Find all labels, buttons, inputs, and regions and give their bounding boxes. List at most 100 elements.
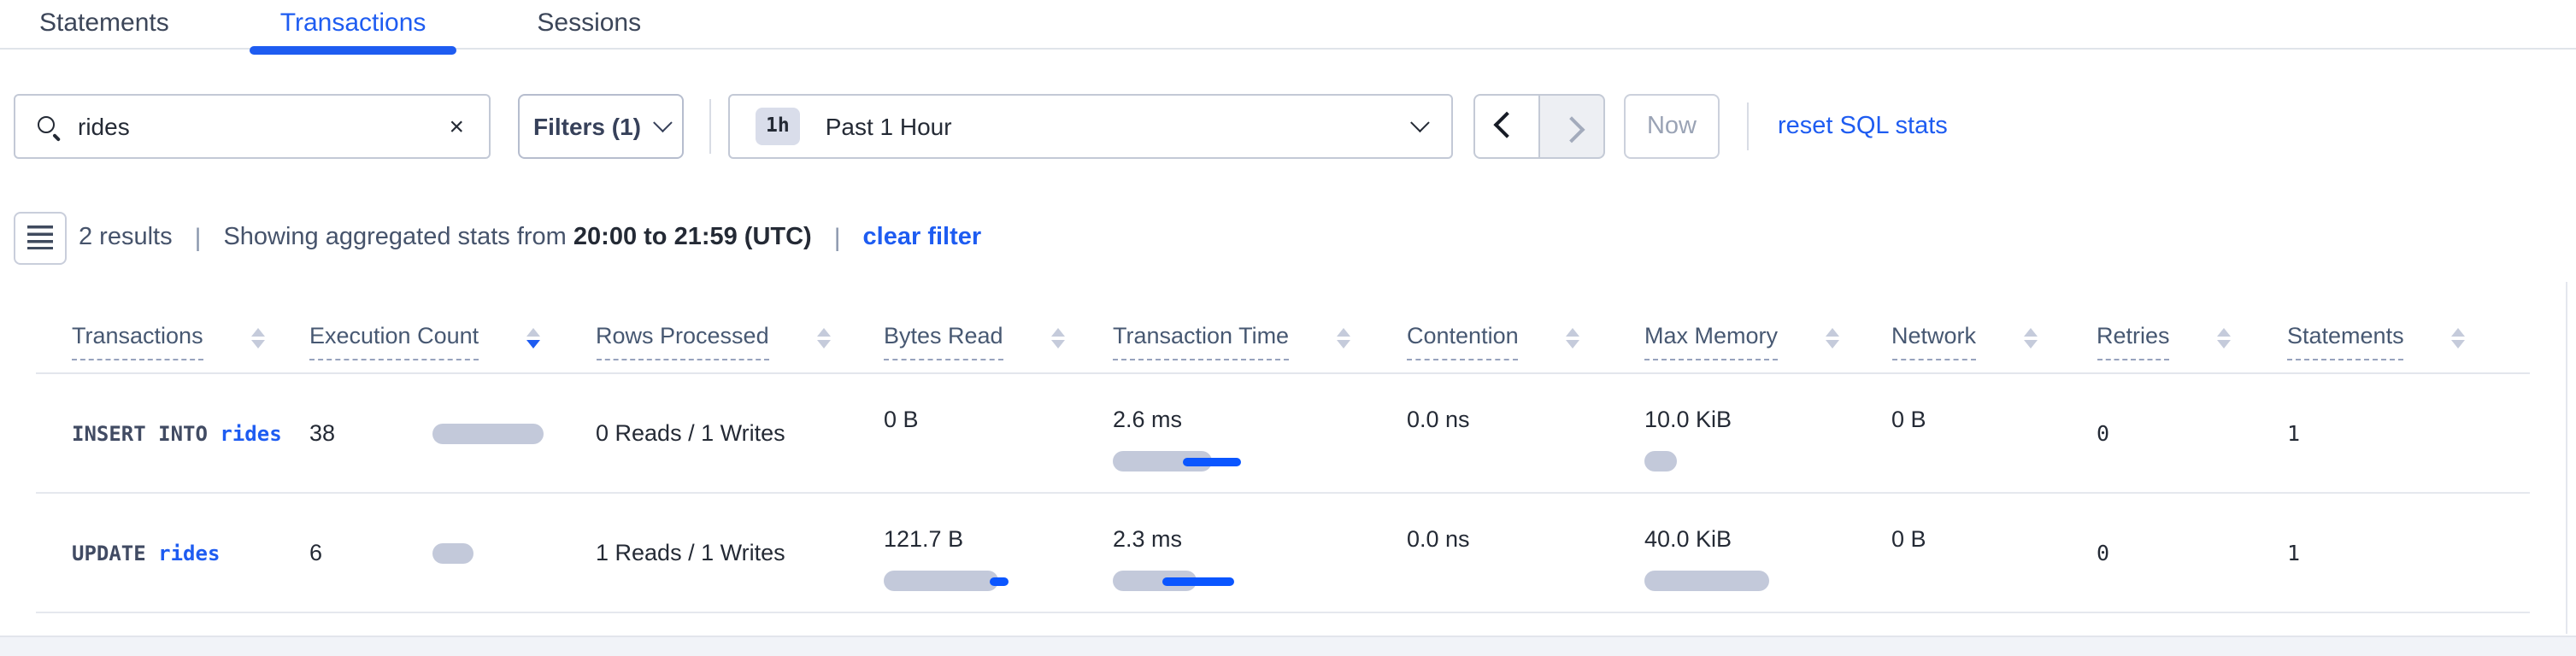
sort-arrows-icon — [1567, 328, 1580, 349]
tab-bar: Statements Transactions Sessions — [0, 0, 2576, 50]
column-header-transactions[interactable]: Transactions — [36, 311, 309, 372]
chevron-right-icon — [1558, 115, 1585, 142]
column-header-execution-count[interactable]: Execution Count — [309, 311, 596, 372]
tab-transactions[interactable]: Transactions — [250, 0, 457, 50]
time-range-picker[interactable]: 1h Past 1 Hour — [728, 94, 1453, 159]
column-label: Transaction Time — [1113, 323, 1289, 360]
sort-arrows-icon — [1337, 328, 1350, 349]
stats-range: 20:00 to 21:59 (UTC) — [573, 224, 812, 251]
network-value: 0 B — [1891, 526, 2097, 552]
time-pager — [1473, 94, 1605, 159]
results-summary: 2 results | Showing aggregated stats fro… — [79, 223, 981, 252]
sort-arrows-icon — [526, 328, 540, 349]
max-memory-cell: 10.0 KiB — [1644, 374, 1891, 492]
execution-count-cell: 6 — [309, 494, 596, 612]
results-count: 2 results — [79, 224, 173, 251]
clear-filter-link[interactable]: clear filter — [863, 224, 982, 251]
chevron-down-icon — [653, 113, 673, 132]
column-label: Rows Processed — [596, 323, 769, 360]
column-header-bytes-read[interactable]: Bytes Read — [884, 311, 1113, 372]
execution-count-value: 6 — [309, 540, 432, 565]
table-header-row: Transactions Execution Count Rows Proces… — [36, 294, 2530, 374]
network-value: 0 B — [1891, 407, 2097, 432]
transaction-time-bar — [1113, 571, 1407, 591]
next-interval-button[interactable] — [1539, 94, 1605, 159]
transaction-link[interactable]: rides — [220, 421, 281, 445]
transaction-link[interactable]: rides — [158, 541, 220, 565]
filters-button[interactable]: Filters (1) — [518, 94, 684, 159]
content-right-border — [2566, 282, 2567, 634]
previous-interval-button[interactable] — [1473, 94, 1539, 159]
execution-count-bar — [432, 542, 473, 563]
network-cell: 0 B — [1891, 494, 2097, 612]
statements-cell: 1 — [2287, 494, 2494, 612]
sort-arrows-icon — [2218, 328, 2232, 349]
retries-cell: 0 — [2097, 374, 2287, 492]
column-header-transaction-time[interactable]: Transaction Time — [1113, 311, 1407, 372]
column-header-rows-processed[interactable]: Rows Processed — [596, 311, 884, 372]
transaction-time-value: 2.3 ms — [1113, 526, 1407, 552]
hamburger-icon — [26, 226, 52, 249]
stats-period: Showing aggregated stats from 20:00 to 2… — [223, 224, 811, 251]
max-memory-bar — [1644, 571, 1891, 591]
filters-label: Filters (1) — [533, 113, 641, 140]
column-label: Bytes Read — [884, 323, 1003, 360]
active-tab-indicator — [250, 46, 457, 55]
transaction-time-bar — [1113, 451, 1407, 472]
network-cell: 0 B — [1891, 374, 2097, 492]
rows-processed-cell: 1 Reads / 1 Writes — [596, 494, 884, 612]
reset-sql-stats-link[interactable]: reset SQL stats — [1778, 94, 1948, 159]
chevron-left-icon — [1493, 111, 1520, 138]
tab-label: Transactions — [280, 9, 426, 38]
transactions-table: Transactions Execution Count Rows Proces… — [36, 294, 2530, 613]
column-header-contention[interactable]: Contention — [1407, 311, 1644, 372]
statements-cell: 1 — [2287, 374, 2494, 492]
sql-keyword: INSERT INTO — [72, 421, 220, 445]
column-header-statements[interactable]: Statements — [2287, 311, 2494, 372]
tab-sessions[interactable]: Sessions — [506, 0, 672, 50]
toolbar-divider — [1747, 102, 1749, 150]
column-label: Max Memory — [1644, 323, 1778, 360]
bytes-read-cell: 121.7 B — [884, 494, 1113, 612]
search-input[interactable] — [78, 113, 445, 140]
time-range-label: Past 1 Hour — [826, 113, 952, 140]
contention-cell: 0.0 ns — [1407, 374, 1644, 492]
tab-label: Statements — [39, 9, 169, 38]
execution-count-cell: 38 — [309, 374, 596, 492]
column-label: Network — [1891, 323, 1976, 360]
separator: | — [195, 223, 202, 252]
transaction-time-cell: 2.6 ms — [1113, 374, 1407, 492]
column-label: Retries — [2097, 323, 2170, 360]
contention-value: 0.0 ns — [1407, 407, 1644, 432]
column-label: Statements — [2287, 323, 2404, 360]
transaction-fingerprint: UPDATE rides — [36, 494, 309, 612]
results-bar: 2 results | Showing aggregated stats fro… — [0, 211, 2576, 264]
transaction-time-value: 2.6 ms — [1113, 407, 1407, 432]
column-header-max-memory[interactable]: Max Memory — [1644, 311, 1891, 372]
page-bottom-strip — [0, 635, 2576, 656]
contention-value: 0.0 ns — [1407, 526, 1644, 552]
transaction-fingerprint: INSERT INTO rides — [36, 374, 309, 492]
bytes-read-value: 121.7 B — [884, 526, 1113, 552]
column-header-network[interactable]: Network — [1891, 311, 2097, 372]
sort-arrows-icon — [817, 328, 831, 349]
max-memory-cell: 40.0 KiB — [1644, 494, 1891, 612]
sql-activity-page: Statements Transactions Sessions × Filte… — [0, 0, 2576, 656]
table-row: UPDATE rides 6 1 Reads / 1 Writes 121.7 … — [36, 494, 2530, 613]
clear-search-icon[interactable]: × — [445, 110, 468, 143]
toolbar-divider — [709, 99, 711, 154]
bytes-read-bar — [884, 571, 1113, 591]
column-header-retries[interactable]: Retries — [2097, 311, 2287, 372]
column-label: Execution Count — [309, 323, 479, 360]
column-selector-button[interactable] — [13, 211, 66, 264]
table-row: INSERT INTO rides 38 0 Reads / 1 Writes … — [36, 374, 2530, 494]
max-memory-value: 40.0 KiB — [1644, 526, 1891, 552]
execution-count-value: 38 — [309, 420, 432, 446]
chevron-down-icon — [1410, 113, 1430, 132]
now-button[interactable]: Now — [1624, 94, 1720, 159]
search-icon — [35, 114, 61, 139]
execution-count-bar — [432, 423, 544, 443]
tab-statements[interactable]: Statements — [9, 0, 200, 50]
sql-keyword: UPDATE — [72, 541, 158, 565]
bytes-read-cell: 0 B — [884, 374, 1113, 492]
